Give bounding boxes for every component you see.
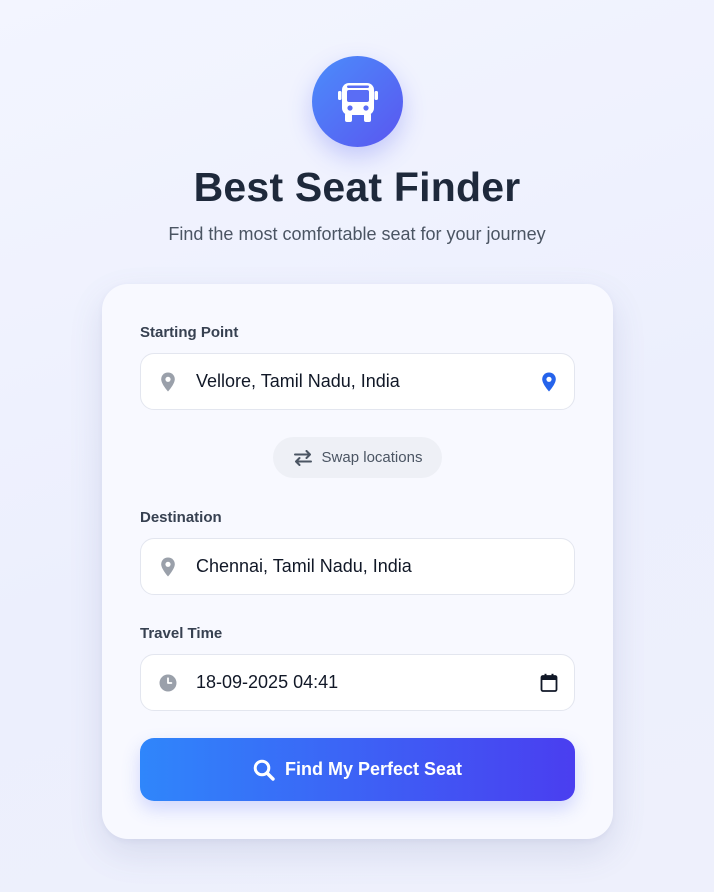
find-seat-label: Find My Perfect Seat (284, 759, 463, 779)
travel-time-field[interactable]: 18-09-2025 04:41 (140, 654, 575, 711)
search-form-card: Starting Point Vellore, Tamil Nadu, Indi… (102, 284, 613, 839)
swap-locations-button[interactable]: Swap locations (273, 437, 442, 478)
destination-field[interactable]: Chennai, Tamil Nadu, India (140, 538, 575, 595)
page: Best Seat Finder Find the most comfortab… (0, 0, 714, 892)
starting-point-field[interactable]: Vellore, Tamil Nadu, India (140, 353, 575, 410)
map-pin-icon (161, 372, 175, 392)
destination-label: Destination (140, 509, 222, 526)
starting-point-value: Vellore, Tamil Nadu, India (196, 371, 400, 391)
travel-time-value: 18-09-2025 04:41 (196, 672, 339, 692)
search-icon (253, 759, 275, 781)
find-seat-button[interactable]: Find My Perfect Seat (140, 738, 575, 801)
page-title: Best Seat Finder (193, 164, 521, 210)
clock-icon (159, 674, 177, 692)
logo-badge (312, 56, 403, 147)
calendar-icon[interactable] (540, 673, 558, 693)
starting-point-label: Starting Point (140, 324, 239, 341)
bus-icon (337, 82, 378, 122)
swap-arrows-icon (293, 449, 312, 466)
page-subtitle: Find the most comfortable seat for your … (168, 224, 546, 244)
swap-locations-label: Swap locations (321, 449, 423, 466)
map-pin-icon (161, 557, 175, 577)
travel-time-label: Travel Time (140, 625, 223, 642)
location-pin-icon[interactable] (540, 372, 558, 392)
destination-value: Chennai, Tamil Nadu, India (196, 556, 412, 576)
